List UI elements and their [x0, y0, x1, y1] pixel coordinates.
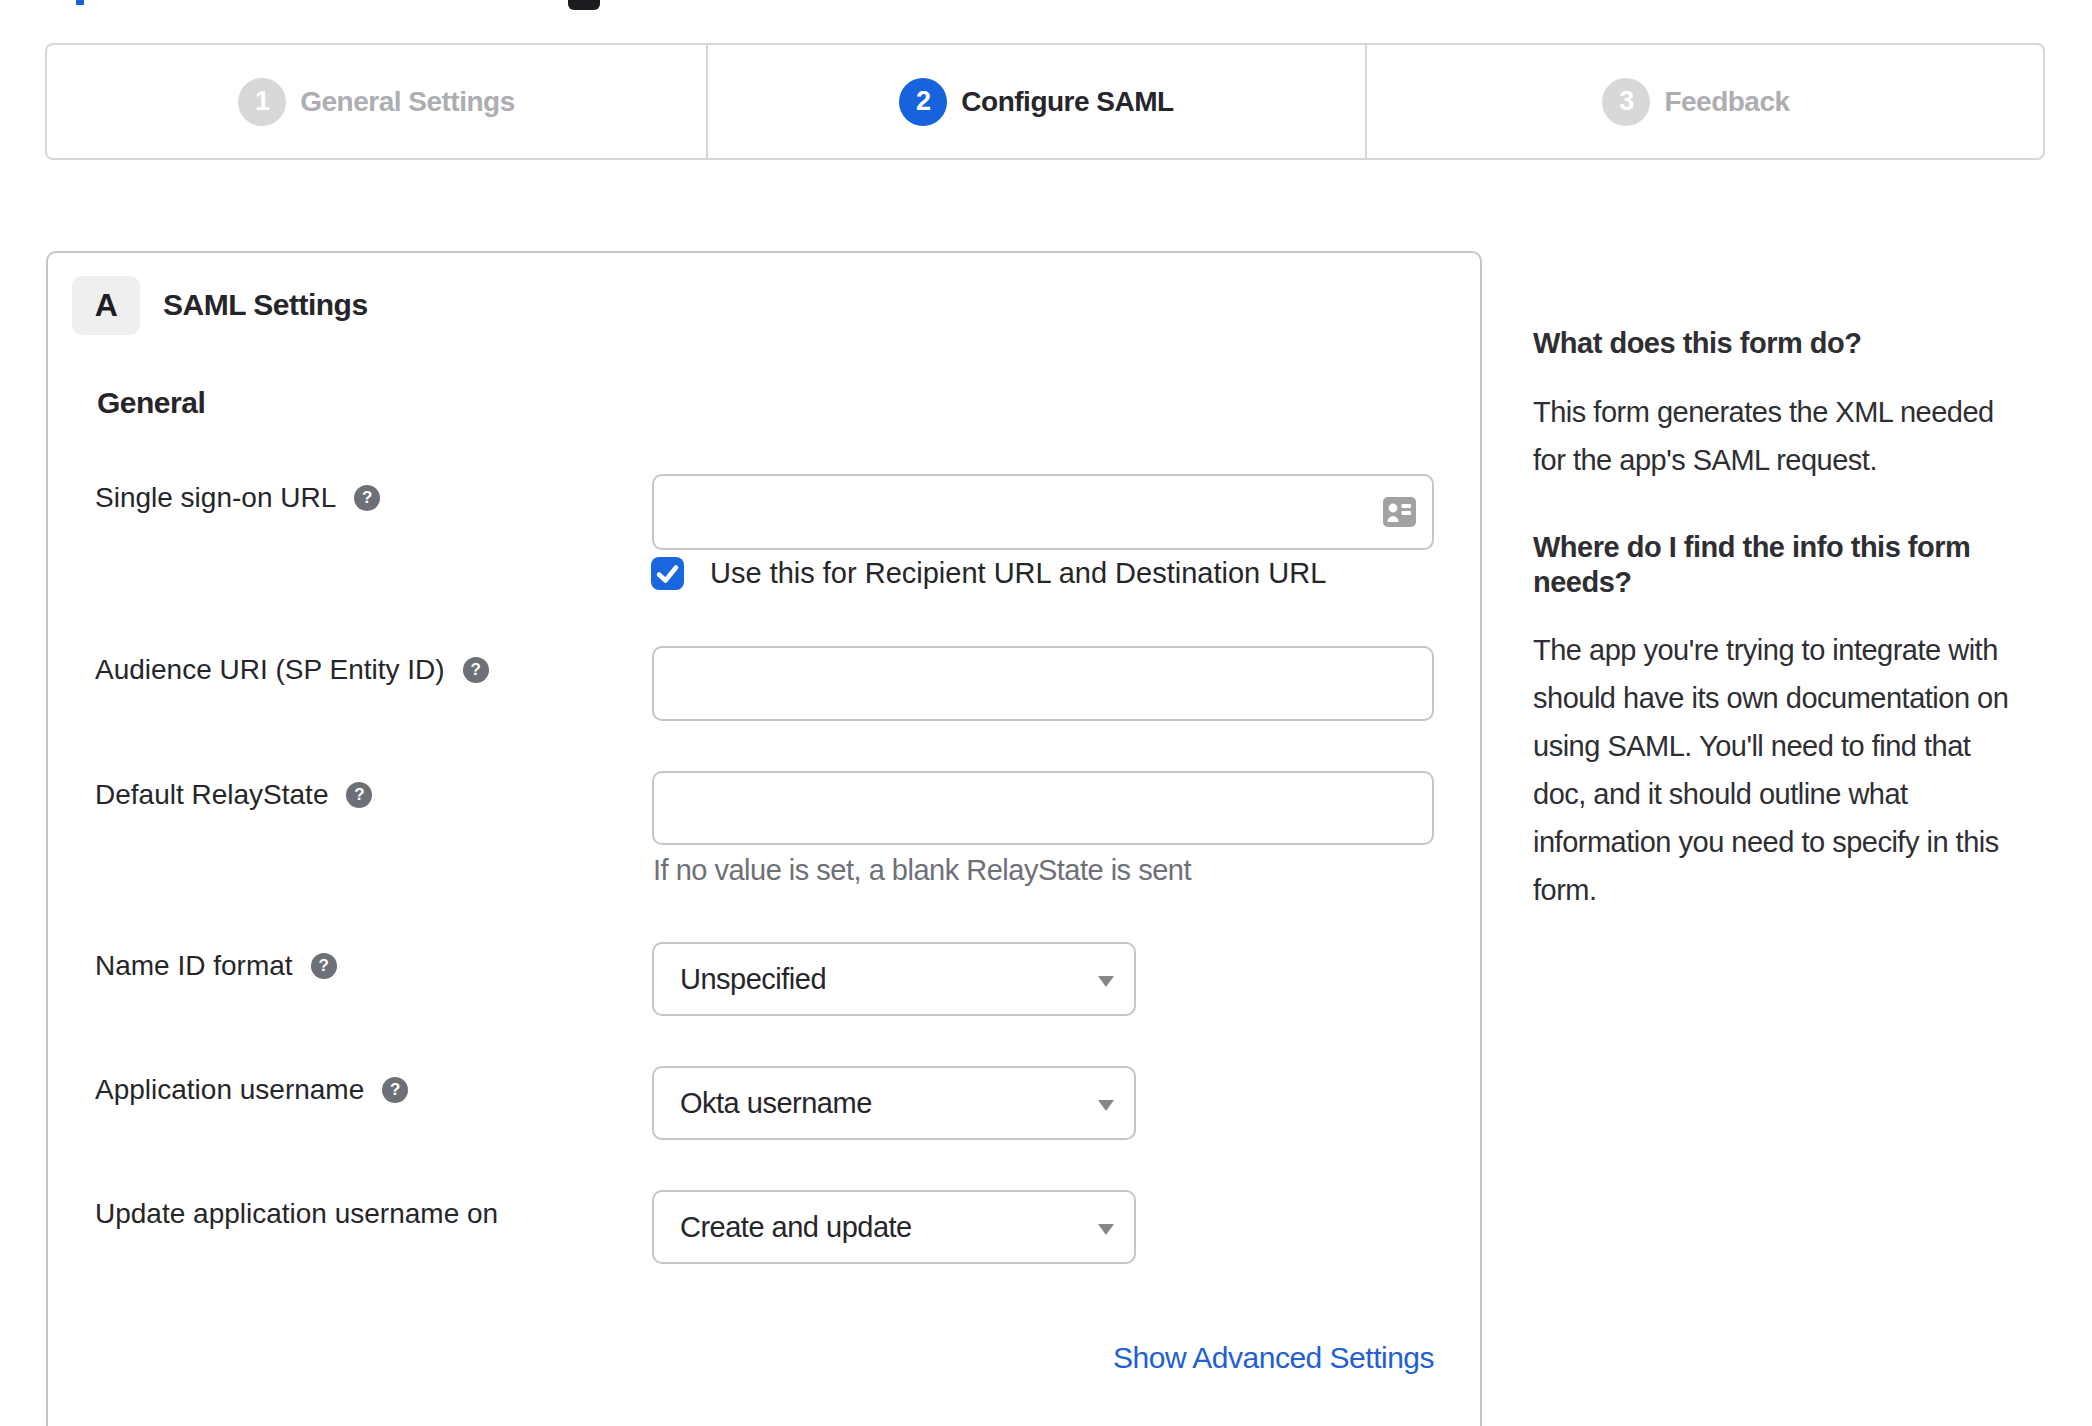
updateuser-label-row: Update application username on — [95, 1190, 498, 1238]
step-feedback[interactable]: 3 Feedback — [1365, 45, 2043, 158]
sso-url-help-icon[interactable]: ? — [354, 485, 380, 511]
nameid-select[interactable]: Unspecified — [652, 942, 1136, 1016]
relaystate-input[interactable] — [652, 771, 1434, 845]
appuser-select-arrow-icon — [1098, 1100, 1114, 1111]
audience-uri-help-icon[interactable]: ? — [463, 657, 489, 683]
nameid-label: Name ID format — [95, 950, 293, 982]
wizard-stepper: 1 General Settings 2 Configure SAML 3 Fe… — [45, 43, 2045, 160]
step-2-label: Configure SAML — [961, 86, 1173, 118]
sidebar-paragraph-1: This form generates the XML needed for t… — [1533, 388, 2045, 484]
panel-title: SAML Settings — [163, 285, 368, 325]
audience-uri-input[interactable] — [652, 646, 1434, 721]
cutoff-blue-fragment — [76, 0, 84, 5]
step-3-label: Feedback — [1664, 86, 1789, 118]
sso-url-label-row: Single sign-on URL ? — [95, 474, 380, 522]
nameid-label-row: Name ID format ? — [95, 942, 337, 990]
step-2-circle: 2 — [899, 78, 947, 126]
sidebar-heading-1: What does this form do? — [1533, 325, 2045, 361]
step-general-settings[interactable]: 1 General Settings — [47, 45, 706, 158]
updateuser-select-value: Create and update — [680, 1211, 912, 1244]
checkmark-icon — [651, 557, 684, 590]
step-1-circle: 1 — [238, 78, 286, 126]
recipient-url-checkbox-row: Use this for Recipient URL and Destinati… — [651, 557, 1326, 590]
sidebar-paragraph-2: The app you're trying to integrate with … — [1533, 626, 2045, 914]
updateuser-label: Update application username on — [95, 1198, 498, 1230]
appuser-label-row: Application username ? — [95, 1066, 408, 1114]
relaystate-label-row: Default RelayState ? — [95, 771, 372, 819]
appuser-label: Application username — [95, 1074, 364, 1106]
step-3-circle: 3 — [1602, 78, 1650, 126]
updateuser-select[interactable]: Create and update — [652, 1190, 1136, 1264]
audience-uri-label: Audience URI (SP Entity ID) — [95, 654, 445, 686]
nameid-select-arrow-icon — [1098, 976, 1114, 987]
relaystate-label: Default RelayState — [95, 779, 328, 811]
show-advanced-settings-link[interactable]: Show Advanced Settings — [652, 1336, 1434, 1380]
recipient-url-checkbox[interactable] — [651, 557, 684, 590]
appuser-select-value: Okta username — [680, 1087, 872, 1120]
sso-url-input[interactable] — [652, 474, 1434, 550]
recipient-url-checkbox-label: Use this for Recipient URL and Destinati… — [710, 557, 1326, 590]
contact-card-icon — [1383, 497, 1416, 527]
relaystate-help-icon[interactable]: ? — [346, 782, 372, 808]
relaystate-hint: If no value is set, a blank RelayState i… — [653, 852, 1191, 888]
audience-uri-label-row: Audience URI (SP Entity ID) ? — [95, 646, 489, 694]
cutoff-black-fragment — [568, 0, 600, 10]
sidebar-heading-2: Where do I find the info this form needs… — [1533, 530, 2045, 600]
appuser-help-icon[interactable]: ? — [382, 1077, 408, 1103]
appuser-select[interactable]: Okta username — [652, 1066, 1136, 1140]
general-section-title: General — [97, 383, 205, 423]
step-1-label: General Settings — [300, 86, 515, 118]
updateuser-select-arrow-icon — [1098, 1224, 1114, 1235]
nameid-help-icon[interactable]: ? — [311, 953, 337, 979]
step-configure-saml[interactable]: 2 Configure SAML — [706, 45, 1365, 158]
sso-url-label: Single sign-on URL — [95, 482, 336, 514]
section-a-badge: A — [72, 276, 140, 335]
nameid-select-value: Unspecified — [680, 963, 826, 996]
